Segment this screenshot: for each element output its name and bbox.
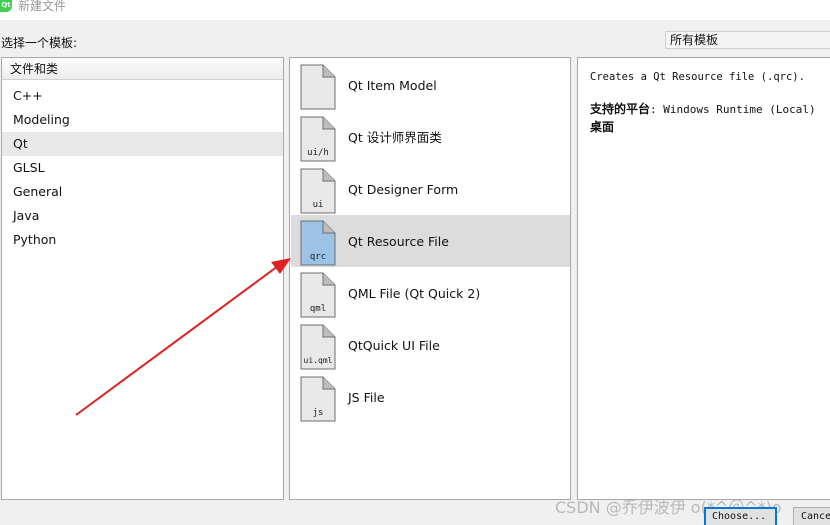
template-item[interactable]: ui/h Qt 设计师界面类 (291, 111, 570, 163)
file-icon (300, 64, 336, 110)
file-type-text: ui.qml (304, 356, 333, 365)
supported-platforms-desktop: 桌面 (590, 120, 615, 134)
file-icon: qrc (300, 220, 336, 266)
supported-platforms-label: 支持的平台 (590, 102, 651, 116)
template-label: JS File (348, 390, 385, 405)
file-type-text: qml (310, 304, 326, 314)
file-icon: js (300, 376, 336, 422)
file-icon: ui (300, 168, 336, 214)
template-item[interactable]: js JS File (291, 371, 570, 423)
template-label: Qt Item Model (348, 78, 437, 93)
category-list: 文件和类 C++ Modeling Qt GLSL General Java Python (1, 57, 284, 500)
file-type-text: qrc (310, 252, 326, 262)
qt-logo-icon: Qt (0, 0, 12, 12)
template-label: Qt Resource File (348, 234, 449, 249)
file-icon: qml (300, 272, 336, 318)
category-item-qt[interactable]: Qt (2, 132, 283, 156)
cancel-button[interactable]: Cancel (793, 507, 830, 525)
template-label: QtQuick UI File (348, 338, 440, 353)
template-item[interactable]: ui Qt Designer Form (291, 163, 570, 215)
template-label: Qt 设计师界面类 (348, 130, 442, 145)
template-description: Creates a Qt Resource file (.qrc). (590, 71, 805, 83)
category-header-files-and-classes[interactable]: 文件和类 (2, 58, 283, 80)
file-type-text: js (313, 408, 324, 418)
template-label: Qt Designer Form (348, 182, 459, 197)
category-item-general[interactable]: General (2, 180, 283, 204)
title-bar: Qt 新建文件 (0, 0, 830, 20)
file-icon: ui/h (300, 116, 336, 162)
window-title: 新建文件 (18, 0, 67, 13)
template-item[interactable]: qml QML File (Qt Quick 2) (291, 267, 570, 319)
template-list: Qt Item Model ui/h Qt 设计师界面类 ui Qt Designer … (289, 57, 571, 500)
category-item-modeling[interactable]: Modeling (2, 108, 283, 132)
file-type-text: ui (313, 200, 324, 210)
category-item-c-[interactable]: C++ (2, 84, 283, 108)
choose-button[interactable]: Choose... (704, 507, 777, 525)
category-item-python[interactable]: Python (2, 228, 283, 252)
description-panel: Creates a Qt Resource file (.qrc). 支持的平台… (577, 57, 830, 500)
file-icon: ui.qml (300, 324, 336, 370)
template-item[interactable]: Qt Item Model (291, 59, 570, 111)
template-item[interactable]: qrc Qt Resource File (291, 215, 570, 267)
category-item-glsl[interactable]: GLSL (2, 156, 283, 180)
file-type-text: ui/h (307, 148, 329, 158)
category-item-java[interactable]: Java (2, 204, 283, 228)
template-label: QML File (Qt Quick 2) (348, 286, 481, 301)
template-item[interactable]: ui.qml QtQuick UI File (291, 319, 570, 371)
new-file-dialog: Qt 新建文件 选择一个模板: 所有模板 文件和类 C++ Modeling Qt G… (0, 0, 830, 525)
choose-template-label: 选择一个模板: (1, 36, 78, 50)
template-filter-select[interactable]: 所有模板 (665, 31, 830, 49)
supported-platforms: 支持的平台: Windows Runtime (Local) (590, 100, 816, 117)
supported-platforms-value: : Windows Runtime (Local) (650, 103, 816, 116)
